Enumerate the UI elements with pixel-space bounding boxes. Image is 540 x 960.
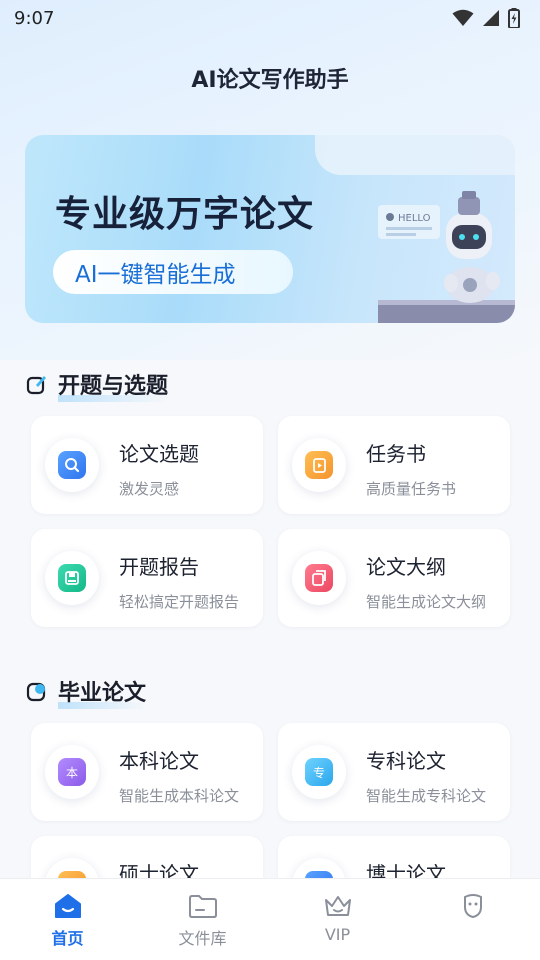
- card-title: 论文选题: [119, 442, 199, 466]
- profile-icon: [463, 894, 482, 919]
- bachelor-icon: 本: [58, 758, 86, 786]
- card-subtitle: 智能生成专科论文: [366, 787, 487, 805]
- card-subtitle: 轻松搞定开题报告: [119, 593, 240, 611]
- card-subtitle: 智能生成论文大纲: [366, 593, 487, 611]
- tab-label: VIP: [324, 925, 351, 944]
- search-icon: [58, 451, 86, 479]
- card-topic-selection[interactable]: 论文选题 激发灵感: [31, 416, 263, 514]
- tab-home[interactable]: 首页: [0, 879, 135, 960]
- wifi-icon: [452, 9, 474, 26]
- banner-pill: AI一键智能生成: [53, 250, 293, 294]
- section-title-proposal: 开题与选题: [26, 368, 169, 402]
- status-icons: [452, 8, 520, 28]
- card-college-thesis[interactable]: 专 专科论文 智能生成专科论文: [278, 723, 510, 821]
- folder-icon: [188, 895, 217, 918]
- card-icon-wrap: 本: [45, 745, 99, 799]
- page-title: AI论文写作助手: [191, 68, 349, 93]
- card-title: 本科论文: [119, 749, 199, 773]
- card-title: 论文大纲: [366, 555, 446, 579]
- tab-profile[interactable]: [405, 879, 540, 960]
- promo-banner[interactable]: 专业级万字论文 AI一键智能生成 HELLO: [25, 135, 515, 323]
- status-time: 9:07: [14, 7, 55, 29]
- robot-screen-text: HELLO: [398, 213, 431, 224]
- college-icon: 专: [305, 758, 333, 786]
- card-icon-wrap: [45, 551, 99, 605]
- card-task-book[interactable]: 任务书 高质量任务书: [278, 416, 510, 514]
- status-bar: 9:07: [0, 0, 540, 36]
- section-title-graduation: 毕业论文: [26, 675, 147, 709]
- card-subtitle: 高质量任务书: [366, 480, 457, 498]
- card-title: 专科论文: [366, 749, 446, 773]
- tab-label: 首页: [51, 929, 84, 948]
- college-icon-glyph: 专: [312, 765, 325, 780]
- card-icon-wrap: [292, 551, 346, 605]
- card-bachelor-thesis[interactable]: 本 本科论文 智能生成本科论文: [31, 723, 263, 821]
- card-icon-wrap: 专: [292, 745, 346, 799]
- robot-illustration: HELLO: [378, 191, 515, 323]
- card-subtitle: 智能生成本科论文: [119, 787, 240, 805]
- edit-icon: [26, 376, 46, 395]
- card-icon-wrap: [292, 438, 346, 492]
- report-icon: [58, 564, 86, 592]
- card-title: 开题报告: [119, 555, 199, 579]
- card-title: 任务书: [366, 442, 426, 466]
- tab-vip[interactable]: VIP: [270, 879, 405, 960]
- banner-decor-tab: [315, 135, 515, 175]
- tab-file-library[interactable]: 文件库: [135, 879, 270, 960]
- battery-icon: [508, 8, 520, 28]
- home-icon: [54, 894, 81, 918]
- tab-label: 文件库: [178, 929, 227, 948]
- banner-headline: 专业级万字论文: [55, 194, 315, 235]
- section-label: 开题与选题: [58, 368, 169, 402]
- section-label: 毕业论文: [58, 675, 147, 709]
- card-subtitle: 激发灵感: [119, 480, 180, 498]
- bachelor-icon-glyph: 本: [65, 765, 78, 780]
- graduation-section-icon: [26, 682, 46, 702]
- card-icon-wrap: [45, 438, 99, 492]
- task-book-icon: [305, 451, 333, 479]
- bottom-tab-bar: 首页 文件库 VIP: [0, 878, 540, 960]
- card-paper-outline[interactable]: 论文大纲 智能生成论文大纲: [278, 529, 510, 627]
- banner-pill-label: AI一键智能生成: [75, 262, 236, 288]
- crown-icon: [324, 896, 351, 916]
- card-proposal-report[interactable]: 开题报告 轻松搞定开题报告: [31, 529, 263, 627]
- signal-icon: [483, 10, 499, 26]
- outline-icon: [305, 564, 333, 592]
